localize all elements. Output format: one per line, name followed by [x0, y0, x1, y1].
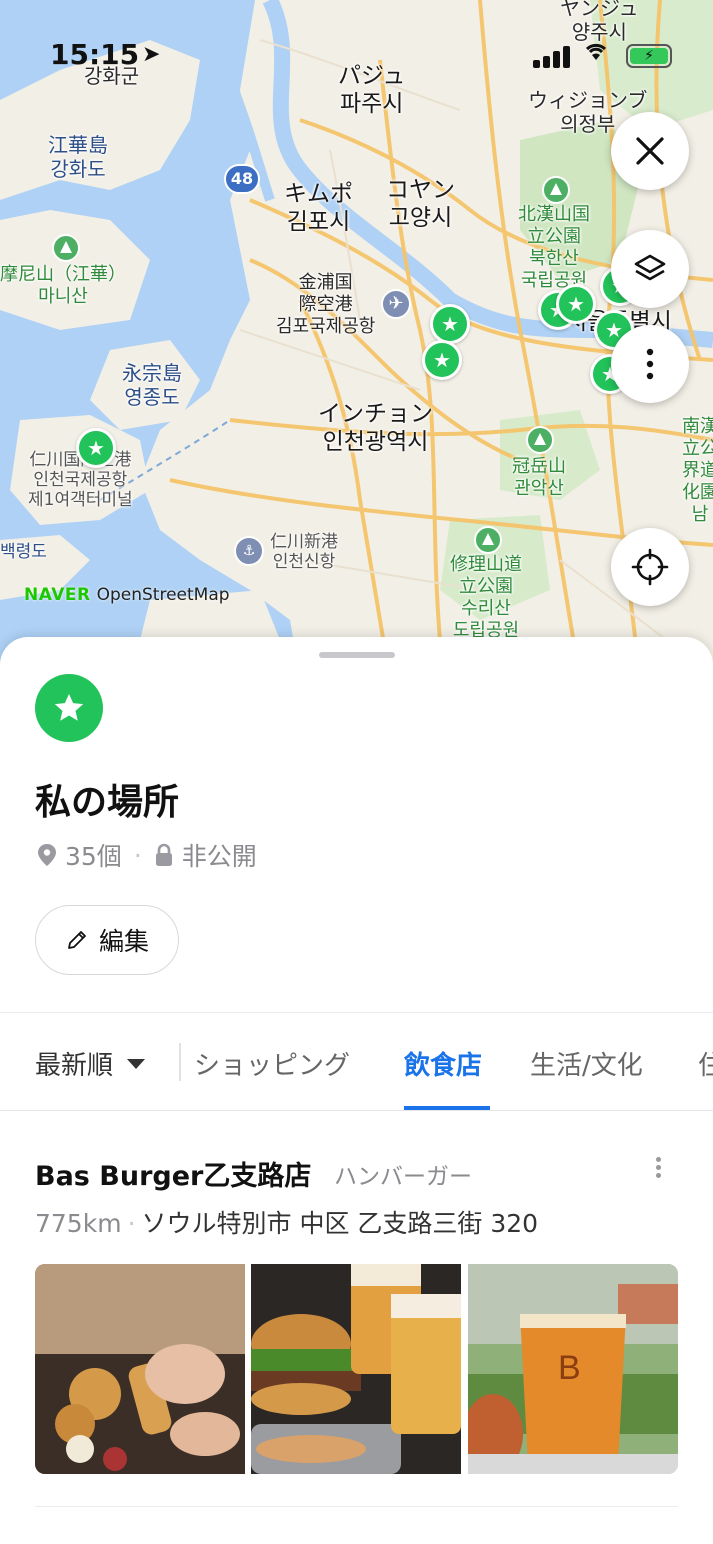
meta-separator: · — [133, 840, 142, 870]
park-icon — [542, 176, 570, 204]
place-photo[interactable] — [251, 1264, 462, 1474]
current-location-button[interactable] — [611, 528, 689, 606]
park-icon — [474, 526, 502, 554]
saved-place-pin[interactable]: ★ — [422, 340, 462, 380]
map-label-incheon-port: 仁川新港 인천신항 — [270, 532, 338, 572]
tab-housing[interactable]: 住 — [698, 1045, 713, 1082]
map-attribution[interactable]: NAVER OpenStreetMap — [24, 585, 230, 605]
map-label-yeongjong: 永宗島 영종도 — [122, 361, 182, 409]
map-label-gwanaksan: 冠岳山 관악산 — [512, 456, 566, 499]
map-label-baengnyeong: 백령도 — [0, 542, 47, 562]
wifi-icon — [583, 40, 609, 68]
place-photo[interactable]: B — [467, 1264, 678, 1474]
tab-shopping[interactable]: ショッピング — [194, 1045, 350, 1082]
airport-icon: ✈ — [381, 289, 411, 319]
layers-icon — [634, 254, 666, 281]
map-view[interactable]: 강화군 パジュ 파주시 ヤンジュ 양주시 ウィジョンブ 의정부 江華島 강화도 … — [0, 0, 713, 680]
port-icon: ⚓ — [234, 536, 264, 566]
place-more-button[interactable] — [648, 1154, 668, 1184]
more-options-button[interactable] — [611, 325, 689, 403]
map-label-bukhansan: 北漢山国 立公園 북한산 국립공원 — [518, 204, 590, 291]
status-time: 15:15 — [50, 38, 140, 71]
divider — [35, 1506, 678, 1507]
lock-icon — [155, 843, 172, 866]
saved-place-pin[interactable]: ★ — [556, 284, 596, 324]
place-category: ハンバーガー — [334, 1164, 472, 1190]
tabs-divider — [179, 1043, 181, 1081]
location-arrow-icon: ➤ — [142, 42, 161, 67]
route-badge: 48 — [224, 164, 260, 194]
place-distance: 775km — [35, 1209, 122, 1238]
signal-icon — [533, 44, 573, 68]
visibility-status: 非公開 — [181, 842, 257, 871]
map-label-gimpo: キムポ 김포시 — [284, 181, 353, 235]
list-star-icon — [35, 674, 103, 742]
saved-place-pin[interactable]: ★ — [430, 304, 470, 344]
naver-logo: NAVER — [24, 585, 91, 605]
place-count: 35個 — [65, 842, 122, 871]
map-label-surisan: 修理山道 立公園 수리산 도립공원 — [450, 554, 522, 641]
battery-icon: ⚡ — [626, 44, 672, 68]
map-label-incheon: インチョン 인천광역시 — [318, 401, 433, 455]
place-name: Bas Burger乙支路店 — [35, 1161, 312, 1192]
status-bar: 15:15 ➤ ⚡ — [0, 36, 713, 76]
place-address-line: 775km · ソウル特別市 中区 乙支路三街 320 — [35, 1204, 538, 1240]
sort-dropdown[interactable]: 最新順 — [35, 1045, 146, 1082]
svg-text:B: B — [558, 1349, 581, 1387]
list-title: 私の場所 — [35, 782, 180, 823]
crosshair-icon — [631, 548, 669, 586]
more-vertical-icon — [646, 348, 654, 380]
list-bottom-sheet: 私の場所 35個 · 非公開 編集 最新順 ショッピング 飲食店 生活/文化 住… — [0, 637, 713, 1544]
category-tabs: 最新順 ショッピング 飲食店 生活/文化 住 — [0, 1013, 713, 1111]
edit-button-label: 編集 — [98, 927, 149, 956]
meta-separator: · — [127, 1209, 136, 1238]
park-icon — [526, 426, 554, 454]
map-label-goyang: コヤン 고양시 — [386, 177, 455, 231]
map-label-gimpo-airport: 金浦国 際空港 김포국제공항 — [276, 272, 376, 337]
map-label-manisan: 摩尼山（江華） 마니산 — [0, 264, 126, 307]
place-photo[interactable] — [35, 1264, 245, 1474]
tab-life-culture[interactable]: 生活/文化 — [530, 1045, 643, 1082]
close-button[interactable] — [611, 112, 689, 190]
osm-attribution: OpenStreetMap — [96, 585, 230, 605]
place-address: ソウル特別市 中区 乙支路三街 320 — [141, 1209, 539, 1238]
close-icon — [636, 137, 664, 165]
list-meta: 35個 · 非公開 — [37, 837, 257, 873]
park-icon — [52, 234, 80, 262]
saved-place-pin[interactable]: ★ — [76, 428, 116, 468]
caret-down-icon — [127, 1058, 146, 1069]
sort-label: 最新順 — [35, 1051, 114, 1081]
location-pin-icon — [38, 844, 56, 866]
pencil-icon — [68, 931, 86, 949]
layers-button[interactable] — [611, 230, 689, 308]
sheet-drag-handle[interactable] — [319, 652, 395, 658]
tab-restaurants[interactable]: 飲食店 — [404, 1045, 482, 1082]
place-photos[interactable]: B — [35, 1264, 678, 1474]
map-label-ganghwado: 江華島 강화도 — [48, 133, 108, 181]
map-label-namhansan: 南漢 立公 界道 化園 남 — [682, 416, 713, 525]
active-tab-indicator — [404, 1106, 490, 1110]
edit-button[interactable]: 編集 — [35, 905, 179, 975]
